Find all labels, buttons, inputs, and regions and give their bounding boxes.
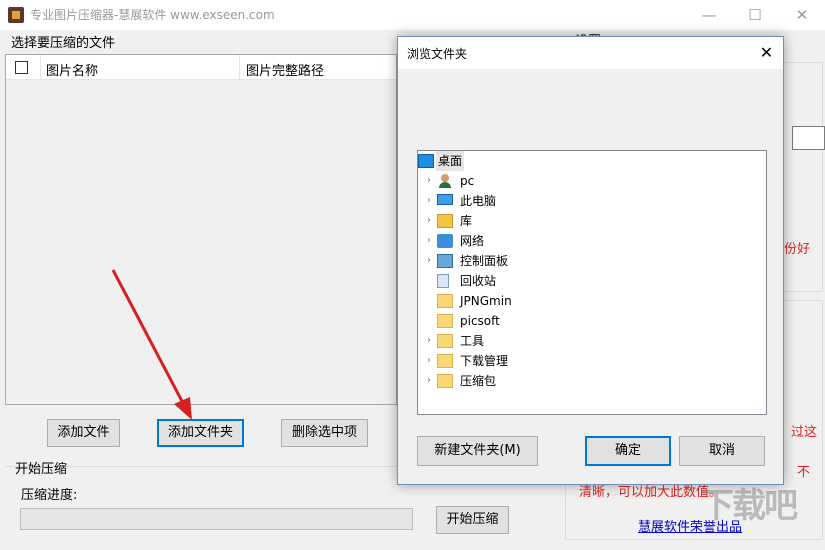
folder-icon — [437, 374, 453, 388]
column-separator — [239, 55, 240, 80]
tree-item[interactable]: › 网络 — [418, 231, 766, 251]
add-folder-button[interactable]: 添加文件夹 — [157, 419, 244, 447]
tree-item[interactable]: › 控制面板 — [418, 251, 766, 271]
column-header-name[interactable]: 图片名称 — [46, 60, 98, 79]
list-header: 图片名称 图片完整路径 — [6, 55, 396, 80]
window-title: 专业图片压缩器-慧展软件 www.exseen.com — [30, 8, 275, 22]
chevron-right-icon[interactable]: › — [423, 231, 435, 251]
maximize-button[interactable]: ☐ — [732, 0, 778, 30]
computer-icon — [437, 194, 453, 205]
dialog-close-button[interactable]: ✕ — [750, 37, 783, 69]
folder-icon — [437, 294, 453, 308]
network-icon — [437, 234, 453, 248]
chevron-right-icon[interactable]: › — [423, 171, 435, 191]
new-folder-button[interactable]: 新建文件夹(M) — [417, 436, 538, 466]
add-file-button[interactable]: 添加文件 — [47, 419, 120, 447]
tree-item-label: 控制面板 — [460, 254, 509, 268]
progress-bar — [20, 508, 413, 530]
tree-item-label: picsoft — [460, 314, 500, 328]
column-header-path[interactable]: 图片完整路径 — [246, 60, 324, 79]
tree-item[interactable]: picsoft — [418, 311, 766, 331]
tree-item[interactable]: › 工具 — [418, 331, 766, 351]
tree-item[interactable]: › pc — [418, 171, 766, 191]
settings-input[interactable] — [792, 126, 825, 150]
tree-item[interactable]: › 下载管理 — [418, 351, 766, 371]
folder-icon — [437, 314, 453, 328]
settings-note-text: 份好 — [784, 242, 811, 257]
chevron-right-icon[interactable]: › — [423, 351, 435, 371]
tree-item-label: 下载管理 — [460, 354, 509, 368]
info-note-text: 不 — [797, 465, 811, 480]
control-panel-icon — [437, 254, 453, 268]
recycle-bin-icon — [437, 274, 449, 288]
tree-item[interactable]: › 库 — [418, 211, 766, 231]
tree-item-label: 库 — [460, 214, 473, 228]
tree-item[interactable]: › 压缩包 — [418, 371, 766, 391]
user-icon — [437, 174, 453, 188]
browse-folder-dialog: 浏览文件夹 ✕ 桌面 › pc › 此电脑 › 库 › 网络 › 控制面板 回收站 JPNGmin pic… — [397, 36, 784, 485]
tree-item[interactable]: JPNGmin — [418, 291, 766, 311]
cancel-button[interactable]: 取消 — [679, 436, 765, 466]
tree-item-label: 回收站 — [460, 274, 497, 288]
start-compress-button[interactable]: 开始压缩 — [436, 506, 509, 534]
files-group-label: 选择要压缩的文件 — [11, 36, 116, 51]
tree-item-label: pc — [460, 174, 475, 188]
column-separator — [40, 55, 41, 80]
select-all-checkbox[interactable] — [15, 61, 28, 74]
start-group-label: 开始压缩 — [15, 462, 68, 477]
app-icon — [8, 7, 24, 23]
delete-selected-button[interactable]: 删除选中项 — [281, 419, 368, 447]
tree-item-label: 工具 — [460, 334, 485, 348]
chevron-right-icon[interactable]: › — [423, 191, 435, 211]
folder-icon — [437, 354, 453, 368]
dialog-title-bar: 浏览文件夹 ✕ — [398, 37, 783, 69]
tree-item[interactable]: › 此电脑 — [418, 191, 766, 211]
file-list[interactable]: 图片名称 图片完整路径 — [5, 54, 397, 405]
folder-icon — [437, 334, 453, 348]
folder-tree[interactable]: 桌面 › pc › 此电脑 › 库 › 网络 › 控制面板 回收站 JPNGmin picsoft › 工具 ›… — [417, 150, 767, 415]
progress-label: 压缩进度: — [21, 488, 78, 503]
dialog-title: 浏览文件夹 — [407, 47, 468, 61]
tree-item-label: 压缩包 — [460, 374, 497, 388]
tree-item-label: 此电脑 — [460, 194, 497, 208]
brand-link[interactable]: 慧展软件荣誉出品 — [638, 516, 742, 535]
chevron-right-icon[interactable]: › — [423, 211, 435, 231]
ok-button[interactable]: 确定 — [585, 436, 671, 466]
info-note-text: 过这 — [791, 425, 818, 440]
chevron-right-icon[interactable]: › — [423, 371, 435, 391]
minimize-button[interactable]: — — [686, 0, 732, 30]
tree-item-label: JPNGmin — [460, 294, 512, 308]
close-button[interactable]: ✕ — [779, 0, 825, 30]
tree-item[interactable]: 回收站 — [418, 271, 766, 291]
tree-item[interactable]: 桌面 — [418, 151, 766, 171]
tree-item-label: 桌面 — [436, 151, 465, 171]
title-bar: 专业图片压缩器-慧展软件 www.exseen.com — ☐ ✕ — [0, 0, 825, 30]
chevron-right-icon[interactable]: › — [423, 331, 435, 351]
tree-item-label: 网络 — [460, 234, 485, 248]
desktop-icon — [418, 154, 434, 168]
library-icon — [437, 214, 453, 228]
chevron-right-icon[interactable]: › — [423, 251, 435, 271]
